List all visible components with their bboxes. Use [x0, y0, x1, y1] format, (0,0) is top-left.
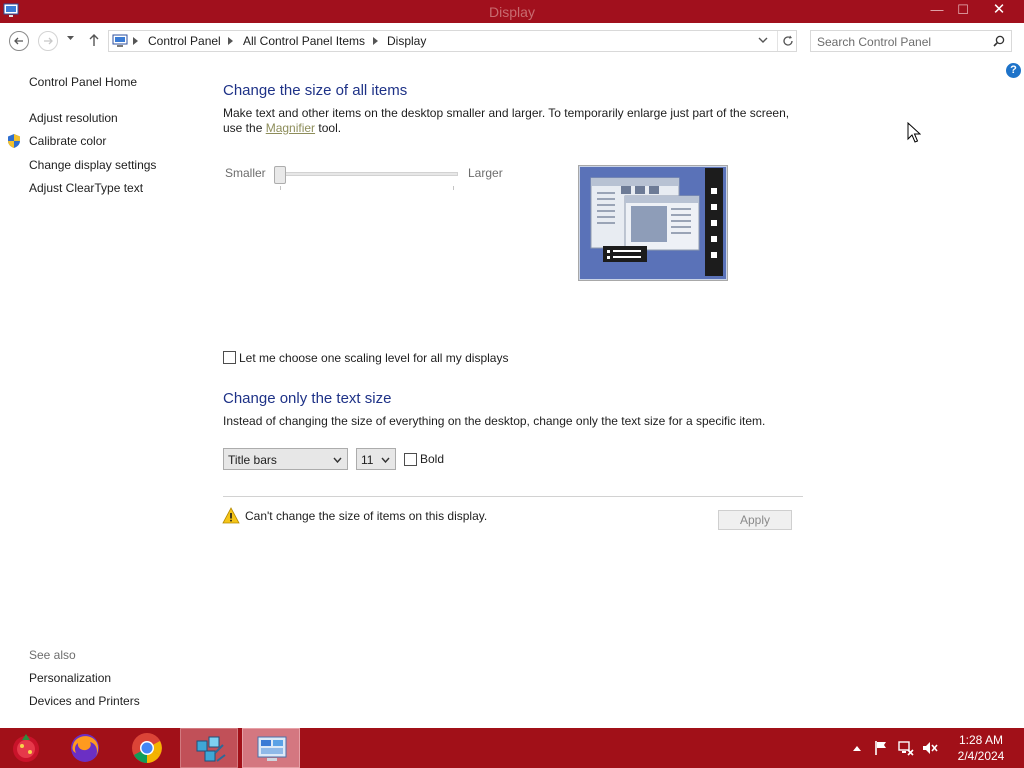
size-description-line1: Make text and other items on the desktop… [223, 106, 790, 120]
up-arrow-icon[interactable] [88, 33, 100, 47]
see-also-heading: See also [29, 648, 76, 662]
search-icon[interactable] [993, 35, 1005, 47]
size-description-line2: use the Magnifier tool. [223, 121, 341, 135]
shield-icon [8, 134, 20, 148]
slider-tick [280, 186, 281, 190]
forward-button[interactable] [38, 31, 58, 51]
window-title: Display [489, 4, 535, 20]
one-scaling-level-label[interactable]: Let me choose one scaling level for all … [239, 351, 508, 365]
slider-larger-label: Larger [468, 166, 503, 180]
change-display-settings-link[interactable]: Change display settings [29, 158, 156, 172]
control-panel-location-icon [112, 34, 128, 47]
back-button[interactable] [9, 31, 29, 51]
show-hidden-icons-chevron-icon[interactable] [852, 744, 862, 752]
forward-arrow-icon [44, 37, 53, 45]
taskbar-clock[interactable]: 1:28 AM 2/4/2024 [948, 732, 1014, 764]
display-preview-image [578, 165, 728, 281]
start-orb-icon[interactable] [8, 732, 44, 764]
minimize-button[interactable]: — [924, 0, 950, 21]
refresh-button[interactable] [777, 31, 797, 51]
desktop-preview-icon [578, 165, 728, 281]
devices-and-printers-link[interactable]: Devices and Printers [29, 694, 140, 708]
adjust-cleartype-link[interactable]: Adjust ClearType text [29, 181, 143, 195]
breadcrumb-separator-icon[interactable] [133, 37, 138, 45]
warning-icon [222, 507, 240, 524]
magnifier-link[interactable]: Magnifier [266, 121, 315, 135]
font-size-select[interactable]: 11 [356, 448, 396, 470]
mouse-cursor-icon [907, 122, 921, 143]
breadcrumb-all-items[interactable]: All Control Panel Items [243, 34, 365, 48]
size-slider-track[interactable] [280, 172, 458, 176]
item-select[interactable]: Title bars [223, 448, 348, 470]
section-divider [223, 496, 803, 497]
volume-muted-icon[interactable] [922, 740, 938, 756]
network-status-icon[interactable] [898, 740, 914, 756]
navigation-bar: Control Panel All Control Panel Items Di… [0, 23, 1024, 59]
warning-message: Can't change the size of items on this d… [245, 509, 488, 523]
bold-label[interactable]: Bold [420, 452, 444, 466]
clock-date: 2/4/2024 [957, 749, 1005, 763]
breadcrumb-separator-icon[interactable] [228, 37, 233, 45]
adjust-resolution-link[interactable]: Adjust resolution [29, 111, 118, 125]
text-size-description: Instead of changing the size of everythi… [223, 414, 766, 428]
taskbar-network-app-button[interactable] [180, 728, 238, 768]
address-dropdown-chevron-icon[interactable] [758, 37, 768, 44]
bold-checkbox[interactable] [404, 453, 417, 466]
recent-locations-chevron-icon[interactable] [66, 35, 75, 41]
taskbar: 1:28 AM 2/4/2024 [0, 728, 1024, 768]
clock-time: 1:28 AM [958, 733, 1004, 747]
search-input[interactable] [817, 34, 985, 49]
close-button[interactable]: ✕ [976, 0, 1022, 21]
chevron-down-icon [333, 457, 342, 463]
help-button[interactable]: ? [1006, 63, 1021, 78]
slider-tick [453, 186, 454, 190]
back-arrow-icon [14, 37, 23, 45]
window-titlebar: Display — ☐ ✕ [0, 0, 1024, 23]
breadcrumb-control-panel[interactable]: Control Panel [148, 34, 221, 48]
control-panel-home-link[interactable]: Control Panel Home [29, 75, 137, 89]
firefox-icon[interactable] [68, 731, 102, 765]
chrome-icon[interactable] [130, 731, 164, 765]
text-size-heading: Change only the text size [223, 390, 392, 407]
search-box[interactable] [810, 30, 1012, 52]
address-bar[interactable]: Control Panel All Control Panel Items Di… [108, 30, 797, 52]
breadcrumb-display[interactable]: Display [387, 34, 426, 48]
apply-button[interactable]: Apply [718, 510, 792, 530]
one-scaling-level-checkbox[interactable] [223, 351, 236, 364]
taskbar-control-panel-button[interactable] [242, 728, 300, 768]
action-center-flag-icon[interactable] [874, 740, 888, 756]
size-description-post: tool. [315, 121, 342, 135]
breadcrumb-separator-icon[interactable] [373, 37, 378, 45]
size-slider-thumb[interactable] [274, 166, 286, 184]
item-select-value: Title bars [228, 453, 277, 467]
control-panel-icon [257, 736, 287, 761]
maximize-button[interactable]: ☐ [950, 0, 976, 21]
personalization-link[interactable]: Personalization [29, 671, 111, 685]
chevron-down-icon [381, 457, 390, 463]
network-app-icon [196, 736, 226, 762]
size-description-pre: use the [223, 121, 266, 135]
size-heading: Change the size of all items [223, 82, 408, 99]
refresh-icon [783, 35, 793, 46]
slider-smaller-label: Smaller [225, 166, 266, 180]
calibrate-color-link[interactable]: Calibrate color [29, 134, 106, 148]
font-size-select-value: 11 [361, 453, 374, 467]
